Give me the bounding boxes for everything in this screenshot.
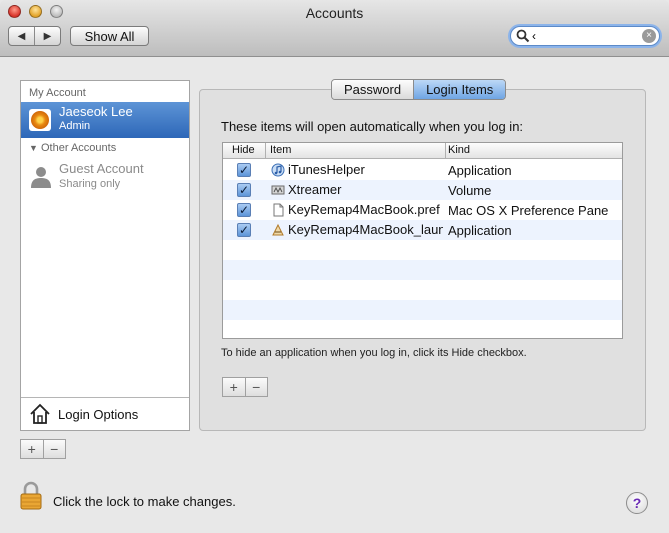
app-icon xyxy=(272,223,284,236)
account-role: Admin xyxy=(59,120,91,132)
toolbar: Accounts ◀ ▶ Show All × xyxy=(0,0,669,57)
hide-checkbox[interactable]: ✓ xyxy=(237,223,251,237)
lock-icon[interactable] xyxy=(18,481,44,511)
clear-search-icon[interactable]: × xyxy=(642,29,656,43)
login-options-label: Login Options xyxy=(58,407,139,422)
document-icon xyxy=(273,203,284,217)
table-row[interactable]: ✓ iTunesHelper Application xyxy=(223,160,622,180)
empty-row xyxy=(223,300,622,320)
column-divider[interactable] xyxy=(265,143,266,159)
back-forward-control: ◀ ▶ xyxy=(8,26,61,46)
login-item-add-remove: + − xyxy=(222,377,268,397)
remove-account-button[interactable]: − xyxy=(42,440,66,458)
login-options-item[interactable]: Login Options xyxy=(21,397,189,430)
item-name: KeyRemap4MacBook_laun xyxy=(288,222,443,237)
item-kind: Application xyxy=(448,163,512,178)
lock-message: Click the lock to make changes. xyxy=(53,494,236,509)
item-kind: Mac OS X Preference Pane xyxy=(448,203,609,218)
tab-login-items[interactable]: Login Items xyxy=(413,80,506,99)
avatar-icon xyxy=(29,109,51,131)
tab-password[interactable]: Password xyxy=(332,80,414,99)
empty-row xyxy=(223,260,622,280)
accounts-window: Accounts ◀ ▶ Show All × My Account Jaese… xyxy=(0,0,669,533)
person-silhouette-icon xyxy=(31,167,51,188)
magnifier-icon xyxy=(516,29,530,43)
item-kind: Volume xyxy=(448,183,492,198)
column-hide[interactable]: Hide xyxy=(232,144,255,156)
guest-account-role: Sharing only xyxy=(59,178,121,190)
column-kind[interactable]: Kind xyxy=(448,144,470,156)
my-account-header: My Account xyxy=(29,87,86,99)
forward-arrow-icon: ▶ xyxy=(43,30,52,42)
search-input[interactable] xyxy=(532,29,642,43)
hide-hint: To hide an application when you log in, … xyxy=(221,347,527,359)
account-add-remove: + − xyxy=(20,439,66,459)
itunes-icon xyxy=(271,163,285,177)
login-items-intro: These items will open automatically when… xyxy=(221,119,524,134)
column-divider[interactable] xyxy=(445,143,446,159)
accounts-list: My Account Jaeseok Lee Admin ▼ Other Acc… xyxy=(20,80,190,431)
item-name: iTunesHelper xyxy=(288,162,365,177)
forward-button[interactable]: ▶ xyxy=(34,27,60,45)
tab-bar: Password Login Items xyxy=(331,79,507,100)
remove-login-item-button[interactable]: − xyxy=(244,378,268,396)
column-item[interactable]: Item xyxy=(270,144,291,156)
item-kind: Application xyxy=(448,223,512,238)
help-button[interactable]: ? xyxy=(626,492,648,514)
guest-account-name[interactable]: Guest Account xyxy=(59,161,144,176)
item-name: Xtreamer xyxy=(288,182,342,197)
login-items-table: Hide Item Kind ✓ iTunesHelper Applicatio… xyxy=(222,142,623,339)
back-button[interactable]: ◀ xyxy=(9,27,34,45)
hide-checkbox[interactable]: ✓ xyxy=(237,183,251,197)
table-row[interactable]: ✓ Xtreamer Volume xyxy=(223,180,622,200)
add-account-button[interactable]: + xyxy=(21,440,43,458)
table-row[interactable]: ✓ KeyRemap4MacBook.pref Mac OS X Prefere… xyxy=(223,200,622,220)
other-accounts-header[interactable]: ▼ Other Accounts xyxy=(29,142,116,154)
table-row[interactable]: ✓ KeyRemap4MacBook_laun Application xyxy=(223,220,622,240)
hide-checkbox[interactable]: ✓ xyxy=(237,163,251,177)
show-all-button[interactable]: Show All xyxy=(70,26,149,46)
hide-checkbox[interactable]: ✓ xyxy=(237,203,251,217)
disclosure-triangle-icon[interactable]: ▼ xyxy=(29,143,38,153)
window-title: Accounts xyxy=(305,5,364,21)
back-arrow-icon: ◀ xyxy=(17,30,26,42)
house-icon xyxy=(30,403,50,424)
empty-row xyxy=(223,280,622,300)
account-name: Jaeseok Lee xyxy=(59,104,133,119)
volume-icon xyxy=(271,185,285,195)
add-login-item-button[interactable]: + xyxy=(223,378,245,396)
table-header: Hide Item Kind xyxy=(223,143,622,159)
search-field: × xyxy=(510,26,660,46)
empty-row xyxy=(223,320,622,338)
item-name: KeyRemap4MacBook.pref xyxy=(288,202,440,217)
empty-row xyxy=(223,240,622,260)
account-item-selected[interactable]: Jaeseok Lee Admin xyxy=(21,102,189,138)
